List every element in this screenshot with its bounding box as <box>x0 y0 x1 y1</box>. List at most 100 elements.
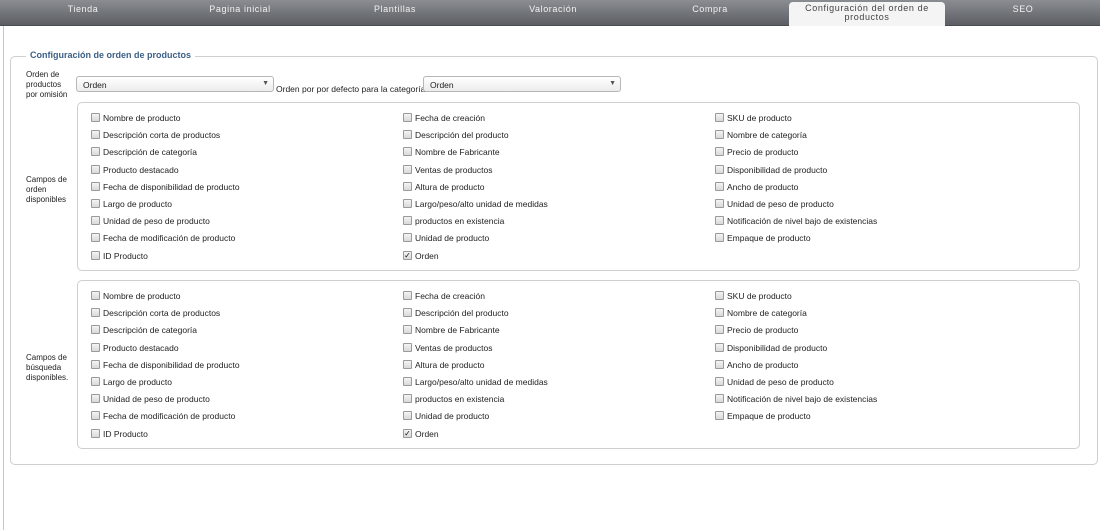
checkbox-label: Notificación de nivel bajo de existencia… <box>727 394 878 405</box>
checkbox[interactable] <box>715 342 724 352</box>
checkbox-checked[interactable]: ✓ <box>403 428 412 438</box>
tab-tienda[interactable]: Tienda <box>8 0 158 26</box>
checkbox-label: Empaque de producto <box>727 411 811 422</box>
checkbox-label: productos en existencia <box>415 394 505 405</box>
checkbox[interactable] <box>91 359 100 369</box>
checkbox[interactable] <box>403 164 412 174</box>
checkbox[interactable] <box>403 199 412 208</box>
checkbox-label: Unidad de producto <box>415 411 490 422</box>
checkbox[interactable] <box>403 216 412 226</box>
checkbox-label: Fecha de disponibilidad de producto <box>103 181 240 192</box>
tab-plantillas[interactable]: Plantillas <box>320 0 470 26</box>
checkbox[interactable] <box>715 147 724 157</box>
checkbox[interactable] <box>715 164 724 174</box>
checkbox[interactable] <box>403 359 412 369</box>
checkbox[interactable] <box>715 359 724 369</box>
checkbox-label: Disponibilidad de producto <box>727 342 828 353</box>
checkbox[interactable] <box>91 164 100 174</box>
checkbox-label: ID Producto <box>103 250 148 261</box>
checkbox-checked[interactable]: ✓ <box>403 250 412 260</box>
checkbox-label: Unidad de peso de producto <box>103 216 210 227</box>
checkbox[interactable] <box>403 394 412 404</box>
checkbox[interactable] <box>91 342 100 352</box>
checkbox-label: Fecha de modificación de producto <box>103 411 236 422</box>
checkbox-label: Nombre de producto <box>103 291 181 301</box>
checkbox[interactable] <box>715 291 724 300</box>
checkbox-label: Descripción del producto <box>415 130 509 141</box>
checkbox[interactable] <box>403 342 412 352</box>
checkbox[interactable] <box>403 325 412 335</box>
tab-compra[interactable]: Compra <box>635 0 785 26</box>
chevron-down-icon: ▼ <box>262 80 269 87</box>
checkbox-label: Nombre de categoría <box>727 308 807 319</box>
checkbox[interactable] <box>91 233 100 243</box>
checkbox[interactable] <box>91 428 100 438</box>
search-fields-label: Campos de búsqueda disponibles. <box>26 353 69 382</box>
checkbox-label: Orden <box>415 250 439 261</box>
checkbox[interactable] <box>403 181 412 191</box>
checkbox[interactable] <box>715 181 724 191</box>
checkbox-label: Orden <box>415 428 439 439</box>
checkbox-label: Empaque de producto <box>727 233 811 244</box>
checkbox-label: Precio de producto <box>727 325 799 336</box>
checkbox-label: Descripción de categoría <box>103 147 198 158</box>
checkbox[interactable] <box>403 113 412 122</box>
checkbox-label: Producto destacado <box>103 342 179 353</box>
checkbox[interactable] <box>91 411 100 421</box>
checkbox[interactable] <box>403 291 412 300</box>
checkbox[interactable] <box>403 411 412 421</box>
checkbox[interactable] <box>91 325 100 335</box>
checkbox[interactable] <box>91 394 100 404</box>
checkbox-label: Producto destacado <box>103 164 179 175</box>
tab-valoracion[interactable]: Valoración <box>478 0 628 26</box>
checkbox[interactable] <box>715 377 724 386</box>
checkbox-label: Largo/peso/alto unidad de medidas <box>415 199 548 209</box>
checkbox[interactable] <box>91 216 100 226</box>
checkbox-label: Largo/peso/alto unidad de medidas <box>415 377 548 387</box>
checkbox[interactable] <box>715 199 724 208</box>
checkbox[interactable] <box>91 308 100 318</box>
checkbox[interactable] <box>715 216 724 226</box>
tab-configuracion-orden[interactable]: Configuración del orden de productos <box>789 2 945 26</box>
default-order-value: Orden <box>83 80 107 90</box>
checkbox[interactable] <box>403 308 412 318</box>
checkbox-label: Fecha de creación <box>415 113 485 123</box>
checkbox-label: Altura de producto <box>415 181 485 192</box>
checkbox[interactable] <box>91 250 100 260</box>
sort-fields-label: Campos de orden disponibles <box>26 175 67 204</box>
checkbox[interactable] <box>403 233 412 243</box>
sort-fields-group: Nombre de producto Descripción corta de p… <box>77 102 1080 271</box>
checkbox[interactable] <box>715 233 724 243</box>
checkbox-label: Largo de producto <box>103 377 172 387</box>
checkbox[interactable] <box>715 325 724 335</box>
checkbox-label: Nombre de Fabricante <box>415 325 500 336</box>
default-order-select[interactable]: Orden ▼ <box>76 76 274 92</box>
checkbox[interactable] <box>715 130 724 140</box>
checkbox[interactable] <box>91 199 100 208</box>
checkbox-label: Unidad de producto <box>415 233 490 244</box>
checkbox[interactable] <box>91 130 100 140</box>
checkbox[interactable] <box>403 130 412 140</box>
checkbox[interactable] <box>91 147 100 157</box>
checkbox-label: Unidad de peso de producto <box>103 394 210 405</box>
checkbox[interactable] <box>715 411 724 421</box>
checkbox[interactable] <box>91 181 100 191</box>
checkbox-label: Ventas de productos <box>415 342 493 353</box>
page-left-border <box>3 26 4 530</box>
checkbox[interactable] <box>403 147 412 157</box>
tab-pagina-inicial[interactable]: Pagina inicial <box>165 0 315 26</box>
checkbox-label: Descripción corta de productos <box>103 130 221 141</box>
checkbox[interactable] <box>715 113 724 122</box>
checkbox-label: Notificación de nivel bajo de existencia… <box>727 216 878 227</box>
checkbox-label: Fecha de disponibilidad de producto <box>103 359 240 370</box>
checkbox[interactable] <box>91 377 100 386</box>
category-order-select[interactable]: Orden ▼ <box>423 76 621 92</box>
checkbox[interactable] <box>715 308 724 318</box>
checkbox[interactable] <box>91 113 100 122</box>
tab-seo[interactable]: SEO <box>948 0 1098 26</box>
category-order-label: Orden por por defecto para la categoría <box>276 84 426 94</box>
checkbox[interactable] <box>715 394 724 404</box>
checkbox[interactable] <box>91 291 100 300</box>
tab-bar: Tienda Pagina inicial Plantillas Valorac… <box>0 0 1100 26</box>
checkbox[interactable] <box>403 377 412 386</box>
